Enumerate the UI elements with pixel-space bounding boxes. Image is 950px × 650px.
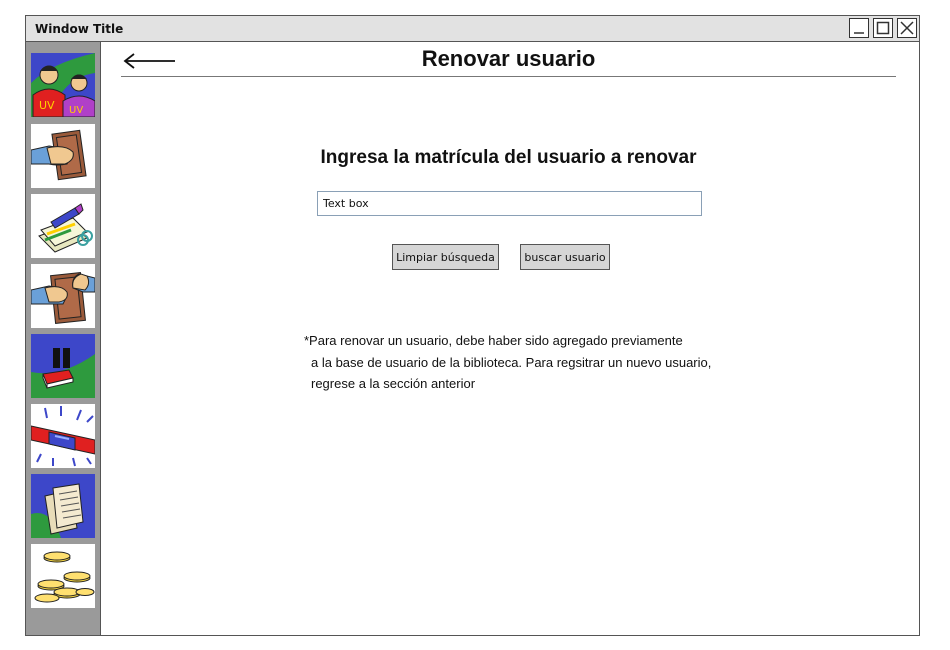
minimize-button[interactable] (849, 18, 869, 38)
sidebar-item-records[interactable] (31, 194, 95, 258)
book-handout-icon (31, 129, 87, 181)
search-user-button[interactable]: buscar usuario (520, 244, 610, 270)
svg-text:UV: UV (39, 99, 55, 112)
sidebar-item-fines[interactable] (31, 544, 95, 608)
writing-papers-icon (38, 203, 93, 253)
sidebar-item-loans[interactable] (31, 124, 95, 188)
coins-icon (34, 551, 95, 603)
matricula-input[interactable] (317, 191, 702, 216)
maximize-icon (876, 21, 890, 35)
clear-search-button[interactable]: Limpiar búsqueda (392, 244, 499, 270)
sidebar-item-documents[interactable] (31, 474, 95, 538)
sidebar-item-returns[interactable] (31, 264, 95, 328)
note-line-2: a la base de usuario de la biblioteca. P… (311, 354, 712, 370)
svg-text:UV: UV (69, 105, 83, 116)
note-line-3: regrese a la sección anterior (311, 376, 476, 391)
sidebar-item-users[interactable]: UV UV (31, 53, 95, 117)
documents-icon (31, 474, 95, 538)
search-prompt: Ingresa la matrícula del usuario a renov… (320, 147, 697, 168)
paused-book-icon (31, 334, 95, 398)
minimize-icon (854, 32, 864, 34)
book-exchange-icon (31, 272, 95, 324)
title-divider (121, 76, 896, 77)
sidebar-item-alerts[interactable] (31, 404, 95, 468)
renewal-note: *Para renovar un usuario, debe haber sid… (304, 330, 711, 395)
title-bar: Window Title (26, 16, 919, 42)
users-icon: UV UV (31, 53, 95, 117)
note-line-1: *Para renovar un usuario, debe haber sid… (304, 333, 683, 348)
app-window: Window Title UV UV Renovar usuario Ingre… (25, 15, 920, 636)
close-icon (900, 21, 914, 35)
alarm-light-icon (31, 406, 95, 467)
window-title: Window Title (35, 22, 124, 36)
maximize-button[interactable] (873, 18, 893, 38)
sidebar-item-suspend[interactable] (31, 334, 95, 398)
close-button[interactable] (897, 18, 917, 38)
page-title: Renovar usuario (421, 46, 596, 71)
sidebar: UV UV (26, 42, 101, 635)
